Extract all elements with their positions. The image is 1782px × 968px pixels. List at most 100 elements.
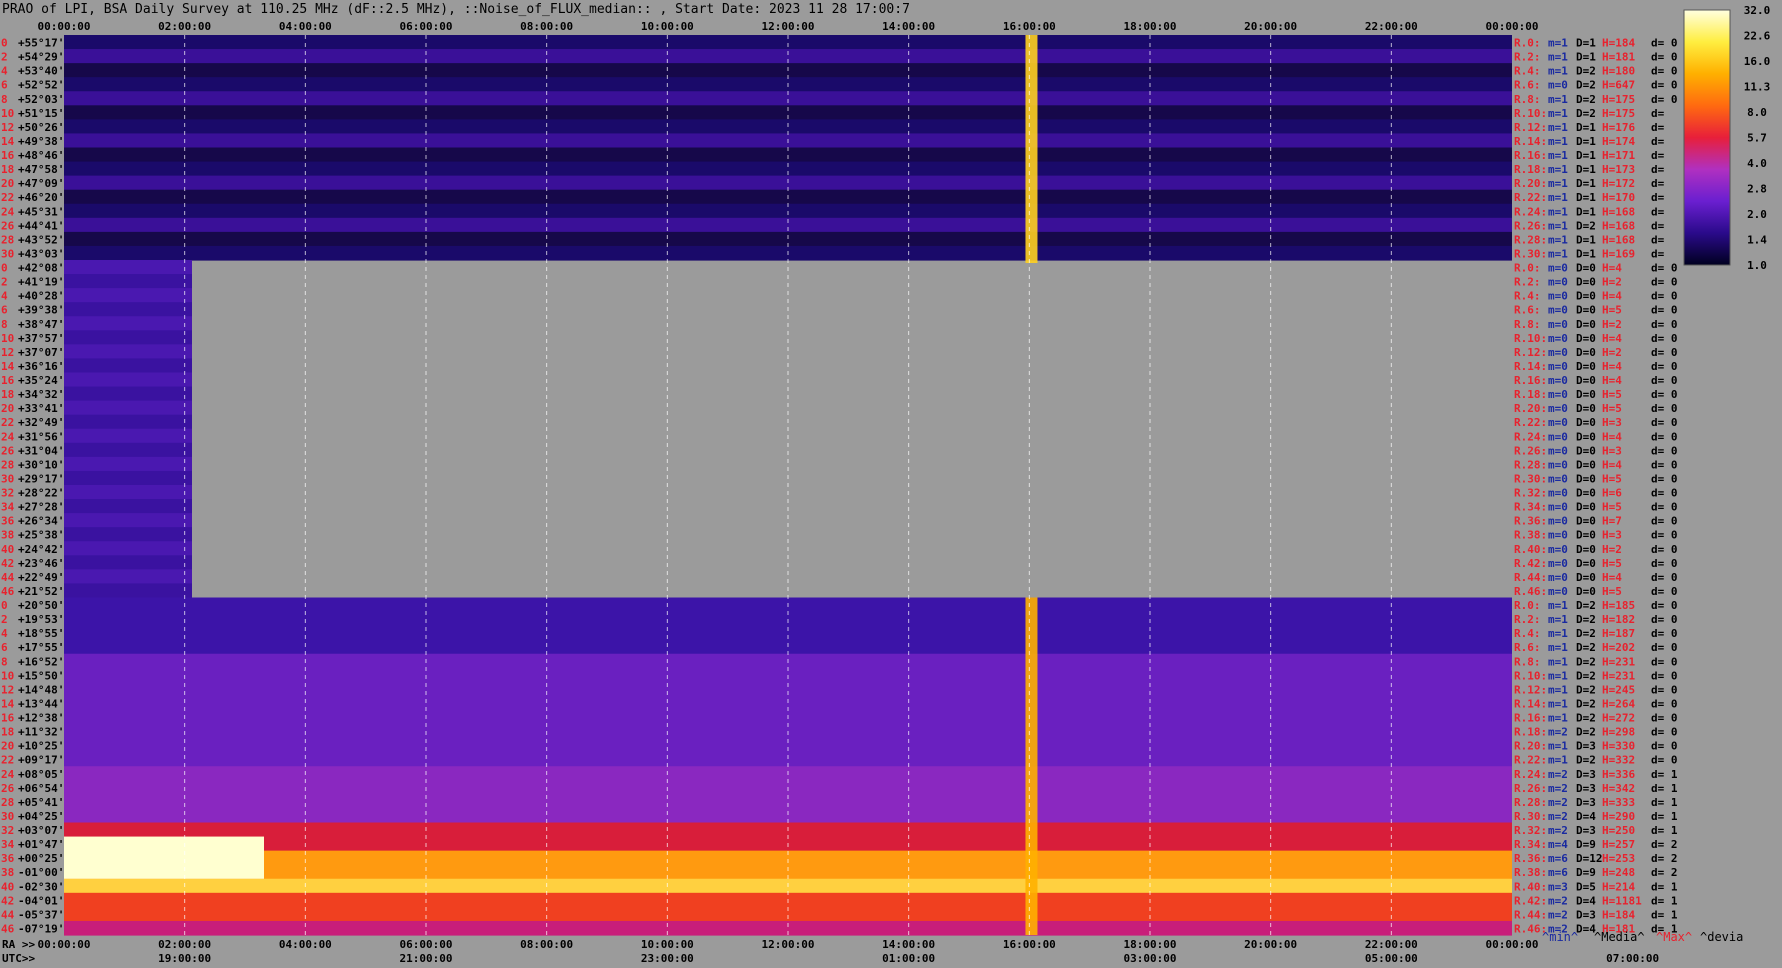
y-tick-label: +15°50': [18, 669, 64, 682]
x-ra-tick-label: 18:00:00: [1124, 938, 1177, 951]
stat-ray: R.24:: [1514, 205, 1547, 218]
y-tick-label: +38°47': [18, 318, 64, 331]
stat-max: H=257: [1602, 838, 1635, 851]
stat-ray: R.38:: [1514, 866, 1547, 879]
stat-min: m=1: [1548, 93, 1568, 106]
stat-max: H=5: [1602, 304, 1622, 317]
stat-max: H=4: [1602, 571, 1622, 584]
stat-max: H=248: [1602, 866, 1635, 879]
x-utc-tick-label: 21:00:00: [400, 952, 453, 965]
heatmap-row: [64, 330, 192, 345]
y-tick-label: +17°55': [18, 641, 64, 654]
stat-min: m=0: [1548, 430, 1568, 443]
stat-min: m=1: [1548, 205, 1568, 218]
ray-number: 12: [1, 121, 14, 134]
stat-ray: R.4:: [1514, 65, 1541, 78]
ray-number: 32: [1, 487, 14, 500]
stat-ray: R.6:: [1514, 304, 1541, 317]
stat-deviation: d= 1: [1651, 824, 1678, 837]
ra-axis-prefix: RA >>: [2, 938, 35, 951]
ray-number: 14: [1, 697, 15, 710]
heatmap-row: [64, 513, 192, 528]
ray-number: 28: [1, 796, 14, 809]
ray-number: 2: [1, 276, 8, 289]
stat-median: D=2: [1576, 697, 1596, 710]
stat-min: m=6: [1548, 866, 1568, 879]
stat-deviation: d= 0: [1651, 388, 1678, 401]
stat-median: D=2: [1576, 754, 1596, 767]
stat-ray: R.8:: [1514, 93, 1541, 106]
stat-deviation: d= 0: [1651, 599, 1678, 612]
stat-deviation: d= 2: [1651, 866, 1678, 879]
ray-number: 18: [1, 388, 14, 401]
stat-ray: R.10:: [1514, 669, 1547, 682]
heatmap-chart: 00:00:00 02:00:00 04:00:00 06:00:00 08:00:00…: [1, 4, 1771, 965]
stat-median: D=2: [1576, 599, 1596, 612]
stat-max: H=4: [1602, 360, 1622, 373]
x-ra-tick-label: 12:00:00: [762, 938, 815, 951]
ray-number: 46: [1, 922, 15, 935]
stat-median: D=0: [1576, 388, 1596, 401]
stat-ray: R.22:: [1514, 416, 1547, 429]
stat-max: H=4: [1602, 332, 1622, 345]
stat-ray: R.32:: [1514, 487, 1547, 500]
stat-median: D=1: [1576, 205, 1596, 218]
stat-deviation: d=: [1651, 219, 1665, 232]
stat-median: D=2: [1576, 712, 1596, 725]
stat-ray: R.2:: [1514, 276, 1541, 289]
y-tick-label: +43°52': [18, 233, 64, 246]
stat-deviation: d= 2: [1651, 852, 1678, 865]
stat-deviation: d= 0: [1651, 641, 1678, 654]
colorbar-tick-label: 16.0: [1744, 55, 1771, 68]
y-tick-label: +32°49': [18, 416, 64, 429]
ray-number: 0: [1, 599, 8, 612]
stat-min: m=2: [1548, 824, 1568, 837]
heatmap-row: [64, 274, 192, 289]
heatmap-row: [64, 485, 192, 500]
x-top-tick-label: 20:00:00: [1244, 20, 1297, 33]
heatmap-row: [64, 583, 192, 599]
y-tick-label: -04°01': [18, 894, 64, 907]
x-top-tick-label: 08:00:00: [520, 20, 573, 33]
stat-min: m=2: [1548, 908, 1568, 921]
stat-deviation: d=: [1651, 107, 1665, 120]
stat-min: m=1: [1548, 599, 1568, 612]
stat-ray: R.12:: [1514, 121, 1547, 134]
colorbar-tick-label: 5.7: [1747, 132, 1767, 145]
stat-ray: R.24:: [1514, 768, 1547, 781]
utc-axis-prefix: UTC>>: [2, 952, 35, 965]
stat-min: m=2: [1548, 782, 1568, 795]
stat-min: m=1: [1548, 655, 1568, 668]
stat-min: m=0: [1548, 487, 1568, 500]
heatmap-row: [64, 527, 192, 542]
stat-min: m=1: [1548, 121, 1568, 134]
stat-max: H=5: [1602, 557, 1622, 570]
stat-min: m=1: [1548, 669, 1568, 682]
heatmap-row: [64, 414, 192, 430]
stat-min: m=0: [1548, 332, 1568, 345]
stat-min: m=0: [1548, 290, 1568, 303]
ray-number: 20: [1, 402, 14, 415]
stat-ray: R.16:: [1514, 149, 1547, 162]
y-tick-label: -01°00': [18, 866, 64, 879]
ray-number: 6: [1, 641, 8, 654]
stat-deviation: d=: [1651, 205, 1665, 218]
stat-median: D=0: [1576, 304, 1596, 317]
y-tick-label: +55°17': [18, 37, 64, 50]
stat-min: m=1: [1548, 219, 1568, 232]
stat-max: H=2: [1602, 346, 1622, 359]
stat-deviation: d=: [1651, 163, 1665, 176]
stat-deviation: d= 0: [1651, 472, 1678, 485]
stat-ray: R.30:: [1514, 472, 1547, 485]
stat-max: H=2: [1602, 276, 1622, 289]
y-tick-label: +26°34': [18, 515, 64, 528]
y-tick-label: +09°17': [18, 754, 64, 767]
ray-number: 30: [1, 472, 14, 485]
stat-ray: R.6:: [1514, 641, 1541, 654]
stat-median: D=5: [1576, 880, 1596, 893]
y-tick-label: +01°47': [18, 838, 64, 851]
transient-column-bottom: [1025, 597, 1038, 935]
y-tick-label: -02°30': [18, 880, 64, 893]
stat-deviation: d= 0: [1651, 290, 1678, 303]
stat-median: D=2: [1576, 219, 1596, 232]
